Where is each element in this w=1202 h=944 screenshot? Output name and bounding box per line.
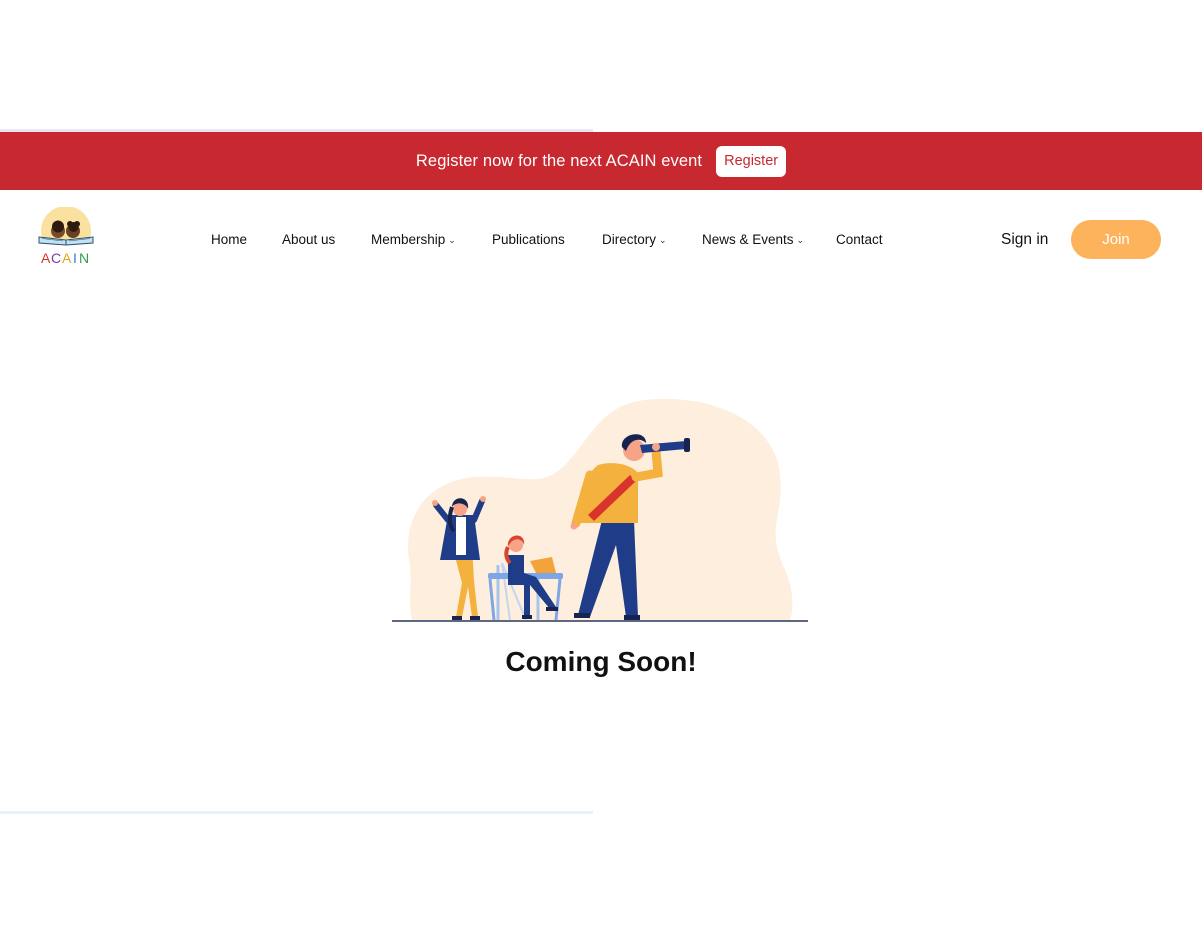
nav-label: Contact — [836, 232, 883, 247]
bottom-divider — [0, 811, 593, 814]
chevron-down-icon: ⌄ — [659, 235, 667, 245]
nav-label: Directory — [602, 232, 657, 247]
chevron-down-icon: ⌄ — [796, 235, 805, 245]
banner-text: Register now for the next ACAIN event — [415, 151, 703, 170]
nav-item-about-us[interactable]: About us — [282, 220, 335, 260]
sign-in-link[interactable]: Sign in — [1001, 220, 1048, 260]
nav-label: Home — [211, 232, 248, 247]
nav-item-news-events[interactable]: News & Events ⌄ — [702, 220, 804, 260]
nav-item-directory[interactable]: Directory ⌄ — [602, 220, 667, 260]
nav-label: News & Events — [702, 232, 794, 247]
nav-label: Membership — [371, 232, 446, 247]
illustration-svg — [392, 398, 808, 622]
nav-label: About us — [282, 232, 336, 247]
register-button[interactable]: Register — [716, 145, 787, 177]
coming-soon-heading: Coming Soon! — [505, 646, 697, 677]
nav-item-publications[interactable]: Publications — [492, 220, 565, 260]
join-button[interactable]: Join — [1071, 220, 1161, 259]
nav-item-home[interactable]: Home — [211, 220, 247, 260]
announcement-banner: Register now for the next ACAIN event Re… — [0, 132, 1202, 190]
chevron-down-icon: ⌄ — [448, 235, 456, 245]
nav-item-contact[interactable]: Contact — [836, 220, 883, 260]
telescope-team-illustration — [390, 395, 810, 625]
nav-item-membership[interactable]: Membership ⌄ — [371, 220, 456, 260]
nav-label: Publications — [492, 232, 565, 247]
